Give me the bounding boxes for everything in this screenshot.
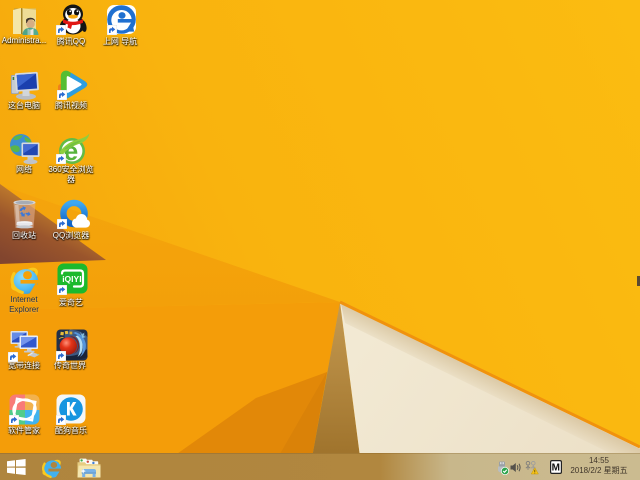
svg-text:M: M [552, 463, 560, 474]
svg-text:iQIYI: iQIYI [62, 274, 81, 284]
